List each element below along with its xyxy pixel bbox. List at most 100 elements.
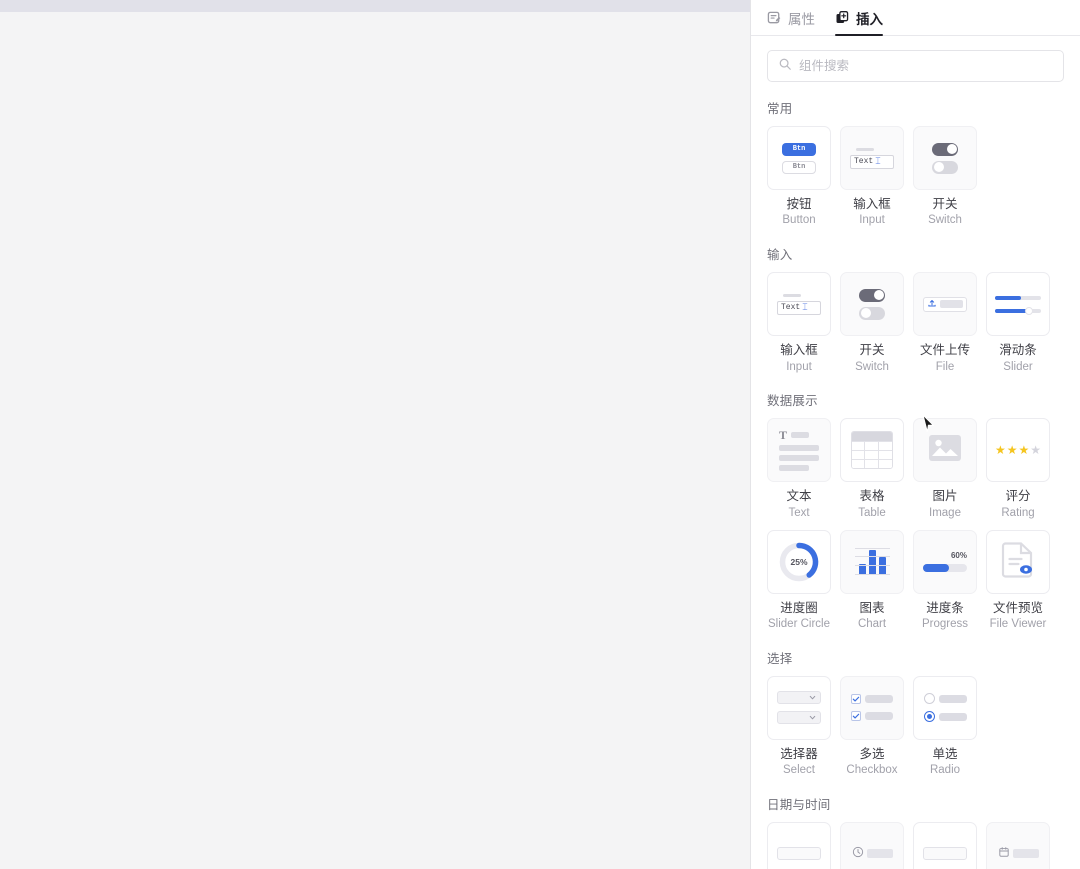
slider-sample-2: [995, 306, 1041, 315]
component-card-input[interactable]: Text ⌶ 输入框 Input: [767, 272, 831, 374]
tab-insert[interactable]: 插入: [835, 0, 883, 36]
component-label-en: Image: [929, 506, 961, 519]
text-cursor-icon: ⌶: [875, 156, 881, 166]
rating-sample: ★ ★ ★ ★: [995, 444, 1041, 456]
group-common: 常用 Btn Btn 按钮 Button Text ⌶ 输入框 Input 开关…: [767, 98, 1064, 228]
design-canvas[interactable]: [0, 0, 751, 869]
star-filled-icon: ★: [1018, 443, 1030, 458]
input-sample-text: Text: [854, 157, 874, 166]
checkbox-sample: [851, 694, 893, 705]
progress-circle-thumb: 25%: [767, 529, 831, 594]
component-grid: T 文本 Text 表格 Table 图片 Image ★ ★ ★ ★ 评分 R…: [767, 418, 1064, 631]
radio-selected-icon: [923, 711, 935, 723]
check-icon: [851, 694, 861, 705]
component-card-date[interactable]: [767, 821, 831, 869]
component-card-slider[interactable]: 滑动条 Slider: [986, 272, 1050, 374]
component-label-en: Button: [782, 214, 816, 227]
input-field-sample: Text ⌶: [777, 300, 821, 315]
calendar-field-sample: [998, 845, 1039, 863]
switch-on-sample: [859, 288, 885, 302]
component-grid: Btn Btn 按钮 Button Text ⌶ 输入框 Input 开关 Sw…: [767, 126, 1064, 228]
text-heading-row: T: [779, 429, 810, 441]
input-thumb: Text ⌶: [840, 126, 904, 190]
switch-on-sample: [932, 142, 958, 156]
component-label-en: Text: [788, 506, 810, 519]
component-label-cn: 滑动条: [999, 343, 1037, 358]
file-upload-sample: [923, 295, 967, 313]
component-card-table[interactable]: 表格 Table: [840, 418, 904, 520]
progress-bar-thumb: 60%: [913, 529, 977, 594]
app-root: 属性 插入 组件搜索 常用 Btn Btn 按钮 Button Text ⌶ 输…: [0, 0, 1080, 869]
component-card-rating[interactable]: ★ ★ ★ ★ 评分 Rating: [986, 418, 1050, 520]
group-title: 数据展示: [767, 394, 818, 409]
progress-percent: 60%: [950, 551, 967, 561]
component-grid: Text ⌶ 输入框 Input 开关 Switch 文件上传 File 滑动条…: [767, 272, 1064, 374]
component-label-en: Slider: [1003, 360, 1033, 373]
component-label-cn: 多选: [859, 746, 885, 761]
component-card-switch[interactable]: 开关 Switch: [840, 272, 904, 374]
checkbox-sample: [851, 711, 893, 722]
component-card-select[interactable]: 选择器 Select: [767, 675, 831, 778]
tab-properties-label: 属性: [788, 11, 815, 27]
component-card-button[interactable]: Btn Btn 按钮 Button: [767, 126, 831, 228]
group-title: 选择: [767, 651, 793, 666]
group-selection: 选择 选择器 Select 多选 Checkbox 单选 Radio: [767, 648, 1064, 778]
component-label-cn: 输入框: [853, 197, 891, 211]
button-ghost-sample: Btn: [782, 160, 816, 174]
component-card-input[interactable]: Text ⌶ 输入框 Input: [840, 126, 904, 228]
search-section: [751, 36, 1080, 82]
chart-bar: [868, 549, 876, 575]
component-card-image[interactable]: 图片 Image: [913, 418, 977, 520]
chart-bar: [878, 556, 886, 575]
component-card-text[interactable]: T 文本 Text: [767, 418, 831, 520]
component-label-cn: 表格: [859, 489, 885, 504]
upload-icon: [927, 295, 937, 313]
group-title: 常用: [767, 102, 793, 116]
component-card-calendar[interactable]: [986, 821, 1050, 869]
radio-sample-off: [923, 693, 967, 705]
component-card-file-viewer[interactable]: 文件预览 File Viewer: [986, 529, 1050, 632]
component-card-switch[interactable]: 开关 Switch: [913, 126, 977, 228]
component-label-en: Select: [783, 764, 815, 777]
select-sample: [777, 691, 821, 705]
input-thumb: Text ⌶: [767, 272, 831, 337]
checkbox-thumb: [840, 675, 904, 740]
component-library[interactable]: 常用 Btn Btn 按钮 Button Text ⌶ 输入框 Input 开关…: [751, 82, 1080, 869]
properties-icon: [767, 10, 782, 25]
component-card-chart[interactable]: 图表 Chart: [840, 529, 904, 632]
component-label-en: Checkbox: [846, 764, 898, 777]
file-viewer-thumb: [986, 529, 1050, 594]
search-input[interactable]: [799, 52, 1053, 80]
file-name-placeholder-bar: [940, 300, 963, 309]
component-card-progress-circle[interactable]: 25% 进度圈 Slider Circle: [767, 529, 831, 632]
component-label-cn: 文件预览: [992, 600, 1043, 615]
canvas-surface[interactable]: [0, 12, 750, 869]
component-grid: 选择器 Select 多选 Checkbox 单选 Radio: [767, 675, 1064, 778]
component-card-time[interactable]: [840, 821, 904, 869]
chart-thumb: [840, 529, 904, 594]
component-card-checkbox[interactable]: 多选 Checkbox: [840, 675, 904, 778]
group-date-time: 日期与时间: [767, 794, 1064, 869]
component-card-file-upload[interactable]: 文件上传 File: [913, 272, 977, 374]
slider-handle: [1025, 306, 1033, 315]
slider-thumb: [986, 272, 1050, 337]
rating-thumb: ★ ★ ★ ★: [986, 418, 1050, 483]
search-icon: [778, 57, 792, 76]
star-empty-icon: ★: [1030, 443, 1042, 458]
progress-sample: 60%: [923, 551, 967, 573]
group-data-display: 数据展示 T 文本 Text 表格 Table 图片 Image ★ ★ ★ ★…: [767, 390, 1064, 631]
component-label-en: Progress: [921, 617, 969, 630]
component-card-progress-bar[interactable]: 60% 进度条 Progress: [913, 529, 977, 632]
search-box[interactable]: [767, 50, 1064, 82]
tab-properties[interactable]: 属性: [767, 0, 815, 36]
component-label-en: File: [935, 360, 955, 373]
component-card-radio[interactable]: 单选 Radio: [913, 675, 977, 778]
group-input: 输入 Text ⌶ 输入框 Input 开关 Switch 文件上传 File …: [767, 244, 1064, 374]
date-plain-thumb: [767, 821, 831, 869]
component-card-date-range[interactable]: [913, 821, 977, 869]
image-icon: [928, 434, 962, 467]
component-label-en: Switch: [855, 360, 889, 373]
text-cursor-icon: ⌶: [802, 302, 808, 313]
time-clock-thumb: [840, 821, 904, 869]
component-label-en: Slider Circle: [768, 617, 830, 630]
